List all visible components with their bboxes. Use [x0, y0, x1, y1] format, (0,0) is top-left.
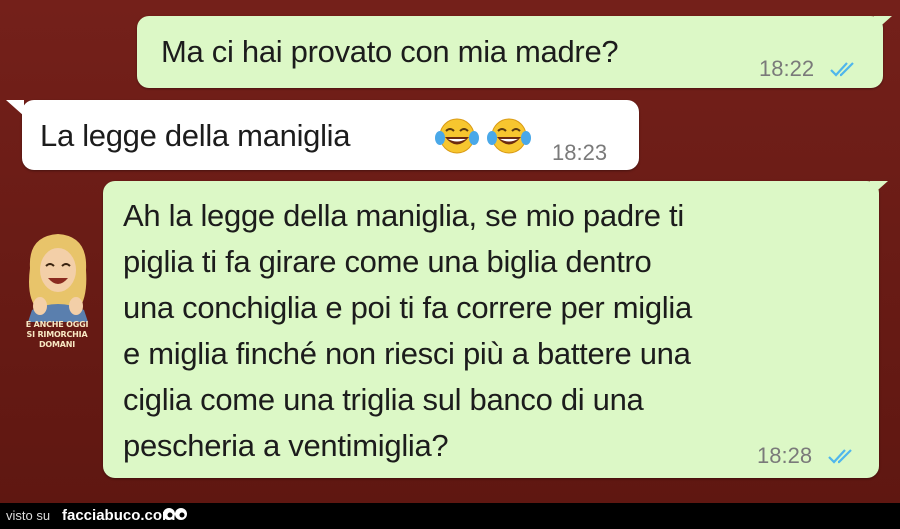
- double-check-icon: [830, 62, 854, 77]
- message-line: ciglia come una triglia sul banco di una: [123, 382, 644, 417]
- watermark-caption: E ANCHE OGGI SI RIMORCHIA DOMANI: [25, 320, 89, 349]
- footer-visto-su: visto su: [6, 508, 51, 523]
- message-line: una conchiglia e poi ti fa correre per m…: [123, 290, 692, 325]
- tears-of-joy-icon: [487, 118, 531, 154]
- message-text: Ma ci hai provato con mia madre?: [161, 34, 619, 69]
- message-line: e miglia finché non riesci più a battere…: [123, 336, 691, 371]
- message-text: Ah la legge della maniglia, se mio padre…: [123, 193, 692, 469]
- footer-bar: visto su facciabuco.com: [0, 503, 900, 529]
- message-bubble-outgoing[interactable]: Ma ci hai provato con mia madre? 18:22: [137, 16, 883, 88]
- tears-of-joy-icon: [435, 118, 479, 154]
- message-bubble-incoming[interactable]: La legge della maniglia 18:23: [22, 100, 639, 170]
- message-text: La legge della maniglia: [40, 118, 351, 153]
- bubble-tail: [874, 16, 892, 32]
- footer-site-link[interactable]: facciabuco.com: [62, 507, 175, 524]
- message-line: pescheria a ventimiglia?: [123, 428, 449, 463]
- chat-background: Ma ci hai provato con mia madre? 18:22 L…: [0, 0, 900, 503]
- message-time: 18:28: [757, 443, 813, 468]
- double-check-icon: [828, 449, 852, 464]
- message-bubble-outgoing[interactable]: Ah la legge della maniglia, se mio padre…: [103, 181, 879, 478]
- message-time: 18:23: [552, 140, 608, 165]
- bubble-tail: [870, 181, 888, 197]
- eyes-logo-icon: [163, 508, 187, 520]
- message-time: 18:22: [759, 56, 815, 81]
- bubble-tail: [6, 100, 24, 116]
- message-line: piglia ti fa girare come una biglia dent…: [123, 244, 652, 279]
- message-line: Ah la legge della maniglia, se mio padre…: [123, 198, 684, 233]
